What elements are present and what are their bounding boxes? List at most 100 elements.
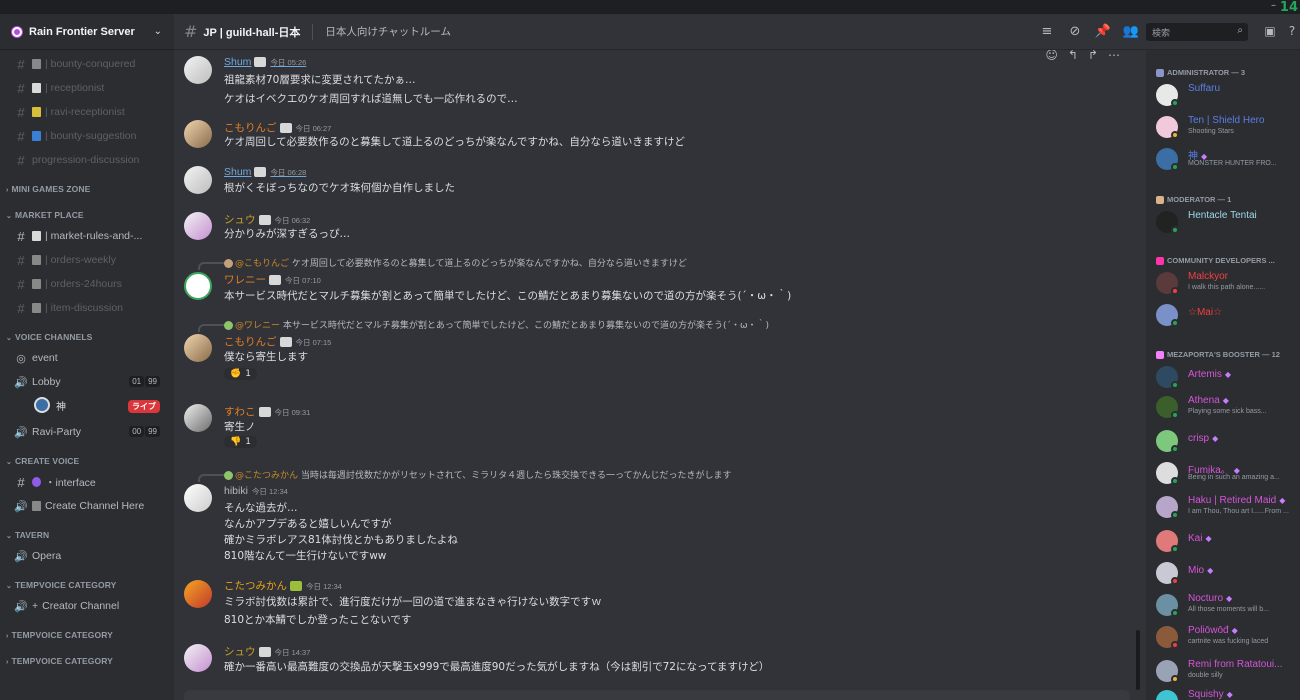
help-icon[interactable]: ? — [1284, 24, 1300, 40]
member-item[interactable]: Ten | Shield Hero Shooting Stars — [1156, 112, 1300, 140]
member-item[interactable]: ☆Mai☆ — [1156, 300, 1300, 328]
reply-preview[interactable]: @ワレニー 本サービス時代だとマルチ募集が割とあって簡単でしたけど、この鯖だとあ… — [224, 318, 769, 331]
message-author[interactable]: Shum 今日 06:28 — [224, 166, 306, 178]
reaction-icon[interactable]: ☺ — [1045, 50, 1058, 62]
channel-event[interactable]: ◎ event — [0, 346, 174, 370]
channel-receptionist[interactable]: # | receptionist — [0, 76, 174, 100]
reply-icon[interactable]: ↰ — [1068, 50, 1078, 62]
channel-orders-weekly[interactable]: # | orders-weekly — [0, 248, 174, 272]
stage-icon: ◎ — [16, 352, 26, 365]
members-icon[interactable]: 👥 — [1122, 24, 1140, 40]
message-text: なんかアプデあると嬉しいんですが — [224, 518, 392, 530]
channel-bounty-conquered[interactable]: # | bounty-conquered — [0, 52, 174, 76]
message-author[interactable]: こもりんご 今日 07:15 — [224, 334, 331, 349]
member-item[interactable]: Fumika。 ◆ Being in such an amazing a... — [1156, 458, 1300, 486]
mute-bell-icon[interactable]: ⊘ — [1066, 24, 1084, 40]
scrollbar[interactable] — [1136, 630, 1140, 690]
voice-user[interactable]: 神 ライブ — [0, 394, 174, 416]
member-item[interactable]: Athena ◆ Playing some sick bass... — [1156, 392, 1300, 420]
more-icon[interactable]: ⋯ — [1108, 50, 1120, 62]
server-header[interactable]: Rain Frontier Server ⌄ — [0, 14, 174, 50]
message-author[interactable]: こたつみかん 今日 12:34 — [224, 578, 342, 593]
reply-preview[interactable]: @こもりんご ケオ周回して必要数作るのと募集して道上るのどっちが楽なんですかね、… — [224, 256, 687, 269]
category-market[interactable]: ⌄ MARKET PLACE — [0, 198, 174, 224]
member-item[interactable]: Kai ◆ — [1156, 526, 1300, 554]
category-tavern[interactable]: ⌄ TAVERN — [0, 518, 174, 544]
member-item[interactable]: Remi from Ratatoui... double silly — [1156, 656, 1300, 684]
thumbs-down-emoji-icon: 👎 — [230, 437, 242, 447]
channel-creator[interactable]: 🔊 + Creator Channel — [0, 594, 174, 618]
reply-preview[interactable]: @こたつみかん 当時は毎週討伐数だかがリセットされて、ミラリタ４週したら珠交換で… — [224, 468, 732, 481]
member-item[interactable]: Artemis ◆ — [1156, 362, 1300, 390]
member-name: Nocturo ◆ — [1188, 593, 1233, 604]
category-voice[interactable]: ⌄ VOICE CHANNELS — [0, 320, 174, 346]
avatar[interactable] — [184, 166, 212, 194]
channel-label: event — [32, 352, 58, 364]
avatar[interactable] — [184, 580, 212, 608]
message-author[interactable]: hibiki 今日 12:34 — [224, 485, 288, 497]
channel-progression-discussion[interactable]: # progression-discussion — [0, 148, 174, 172]
channel-interface[interactable]: # ・interface — [0, 470, 174, 494]
channel-create-here[interactable]: 🔊 Create Channel Here — [0, 494, 174, 518]
member-item[interactable]: Suffaru — [1156, 80, 1300, 108]
message-text: 確かミラボレアス81体討伐とかもありましたよね — [224, 534, 458, 546]
member-item[interactable]: Squishy ◆ — [1156, 686, 1300, 700]
channel-opera[interactable]: 🔊 Opera — [0, 544, 174, 568]
avatar[interactable] — [184, 484, 212, 512]
channel-label: Opera — [32, 550, 62, 562]
threads-icon[interactable]: ≡ — [1038, 24, 1056, 40]
message-author[interactable]: シュウ 今日 06:32 — [224, 212, 310, 227]
role-header-moderator: MODERATOR — 1 — [1156, 195, 1231, 205]
avatar[interactable] — [184, 56, 212, 84]
user-limit-badge: 01 99 — [128, 376, 160, 387]
channel-orders-24hours[interactable]: # | orders-24hours — [0, 272, 174, 296]
member-item[interactable]: Mio ◆ — [1156, 558, 1300, 586]
role-icon — [258, 647, 271, 658]
message-author[interactable]: こもりんご 今日 06:27 — [224, 120, 331, 135]
avatar[interactable] — [184, 334, 212, 362]
category-tempvoice-2[interactable]: › TEMPVOICE CATEGORY — [0, 618, 174, 644]
channel-topic[interactable]: 日本人向けチャットルーム — [325, 24, 451, 39]
category-mini-games[interactable]: › MINI GAMES ZONE — [0, 172, 174, 198]
category-create-voice[interactable]: ⌄ CREATE VOICE — [0, 444, 174, 470]
member-item[interactable]: crisp ◆ — [1156, 426, 1300, 454]
reaction-chip[interactable]: ✊ 1 — [224, 368, 257, 380]
member-item[interactable]: Malckyor I walk this path alone...... — [1156, 268, 1300, 296]
inbox-icon[interactable]: ▣ — [1262, 24, 1278, 40]
channel-lobby[interactable]: 🔊 Lobby 01 99 — [0, 370, 174, 394]
channel-market-rules[interactable]: # | market-rules-and-... — [0, 224, 174, 248]
channel-ravi-party[interactable]: 🔊 Ravi-Party 00 99 — [0, 420, 174, 444]
minimize-button[interactable]: – — [1271, 0, 1276, 11]
member-item[interactable]: 神 ◆ MONSTER HUNTER FRO... — [1156, 144, 1300, 172]
avatar[interactable] — [184, 272, 212, 300]
message-actions: ☺ ↰ ↱ ⋯ — [1045, 50, 1120, 62]
role-header-booster: MEZAPORTA'S BOOSTER — 12 — [1156, 350, 1280, 360]
forward-icon[interactable]: ↱ — [1088, 50, 1098, 62]
message-author[interactable]: Shum 今日 05:26 — [224, 56, 306, 68]
pin-icon[interactable]: 📌 — [1094, 24, 1112, 40]
category-tempvoice[interactable]: ⌄ TEMPVOICE CATEGORY — [0, 568, 174, 594]
avatar — [224, 259, 233, 268]
message-author[interactable]: ワレニー 今日 07:10 — [224, 272, 321, 287]
message-timestamp: 今日 06:28 — [270, 168, 307, 177]
category-tempvoice-3[interactable]: › TEMPVOICE CATEGORY — [0, 644, 174, 670]
avatar[interactable] — [184, 644, 212, 672]
member-name: Mio ◆ — [1188, 565, 1214, 576]
member-item[interactable]: Poliōwōđ ◆ cartnite was fucking laced — [1156, 622, 1300, 650]
reaction-chip[interactable]: 👎 1 — [224, 436, 257, 448]
member-item[interactable]: Hentacle Tentai — [1156, 207, 1300, 235]
member-item[interactable]: Haku | Retired Maid ◆ I am Thou, Thou art … — [1156, 492, 1300, 520]
server-icon — [12, 26, 22, 37]
chevron-down-icon: ⌄ — [6, 533, 12, 540]
avatar[interactable] — [184, 404, 212, 432]
channel-ravi-receptionist[interactable]: # | ravi-receptionist — [0, 100, 174, 124]
member-item[interactable]: Nocturo ◆ All those moments will b... — [1156, 590, 1300, 618]
channel-item-discussion[interactable]: # | item-discussion — [0, 296, 174, 320]
avatar[interactable] — [184, 212, 212, 240]
message-author[interactable]: シュウ 今日 14:37 — [224, 644, 310, 659]
search-input[interactable]: 検索 ⌕ — [1146, 23, 1248, 41]
channel-bounty-suggestion[interactable]: # | bounty-suggestion — [0, 124, 174, 148]
message-input[interactable] — [184, 690, 1130, 700]
message-author[interactable]: すわこ 今日 09:31 — [224, 404, 310, 419]
avatar[interactable] — [184, 120, 212, 148]
